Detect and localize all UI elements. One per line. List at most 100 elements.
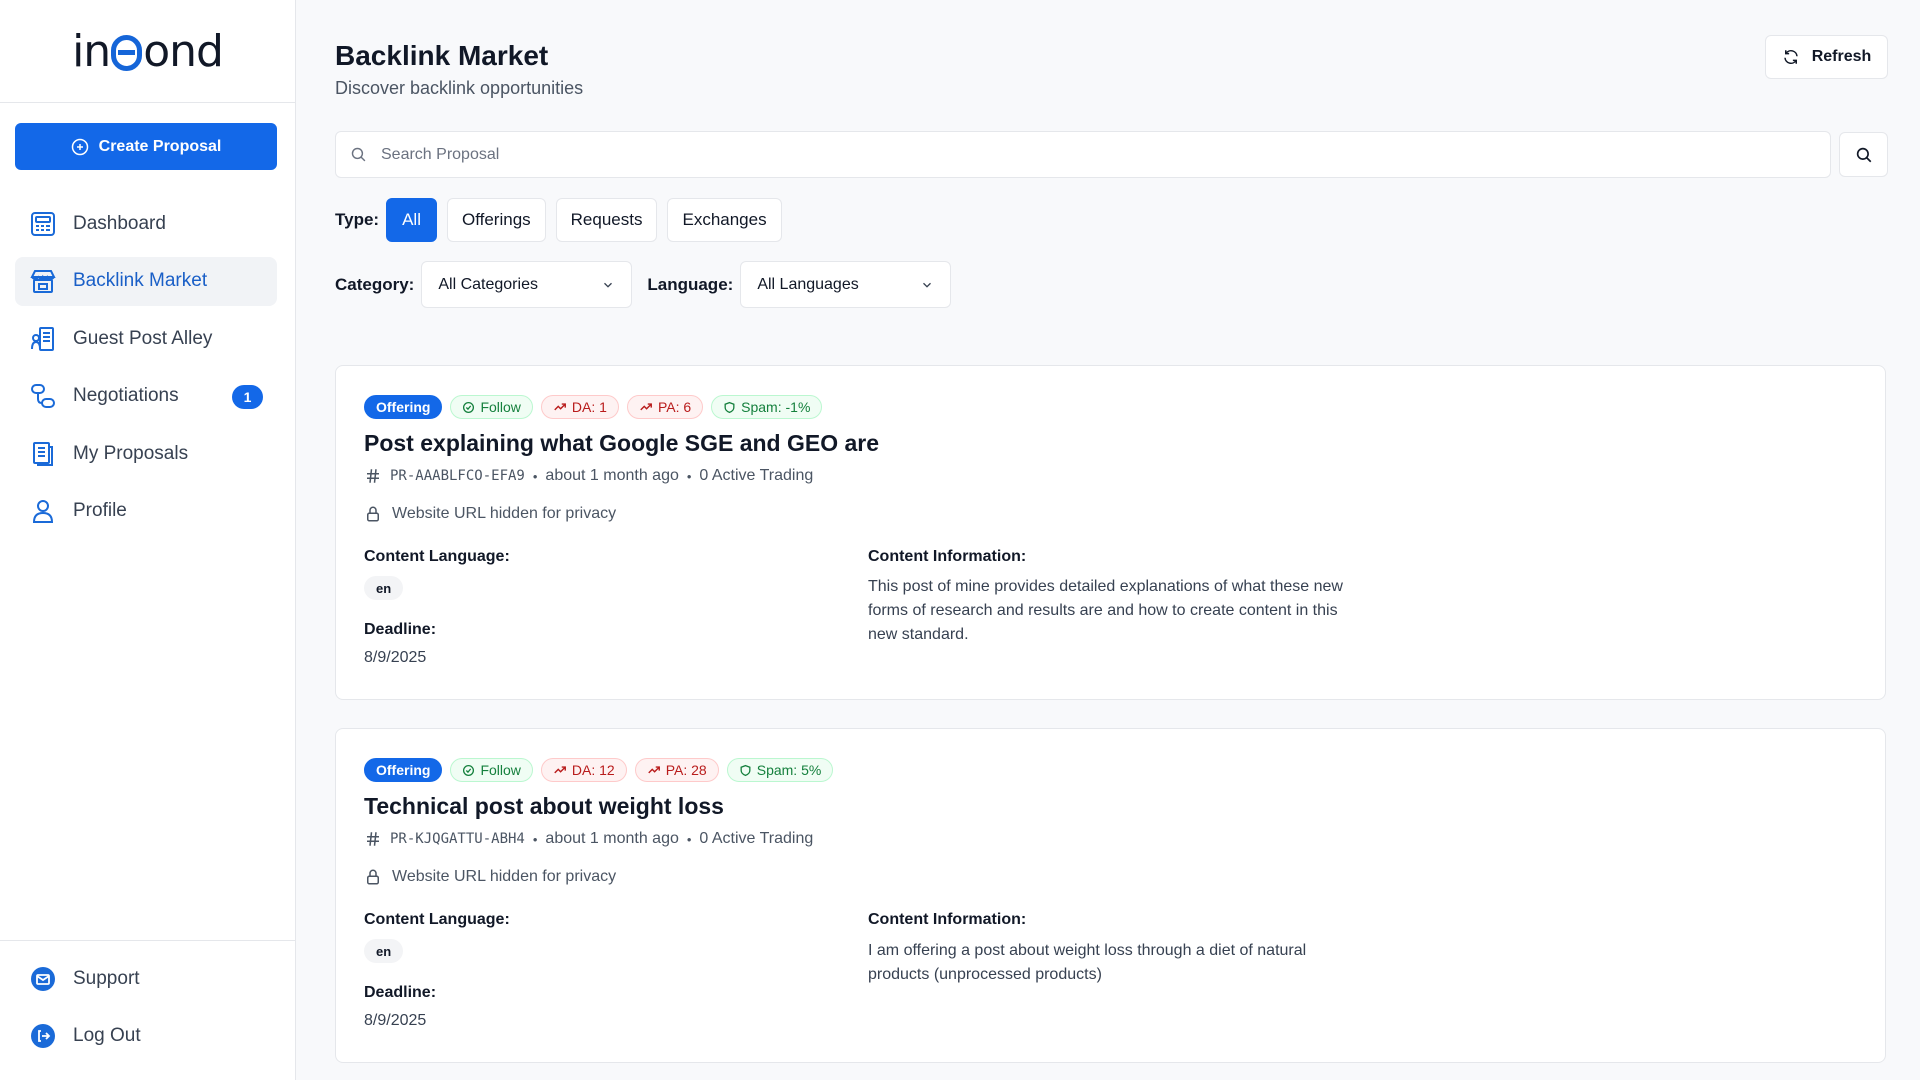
refresh-button[interactable]: Refresh [1765,35,1888,79]
proposal-title[interactable]: Post explaining what Google SGE and GEO … [364,430,879,457]
type-exchanges-button[interactable]: Exchanges [667,198,782,242]
sidebar-item-backlink-market[interactable]: Backlink Market [15,256,277,306]
type-filter: Type: All Offerings Requests Exchanges [335,198,792,242]
page-title: Backlink Market [335,40,549,71]
language-label: Language: [647,274,734,294]
trending-up-icon [647,766,660,774]
category-label: Category: [335,274,415,294]
content-info-text: This post of mine provides detailed expl… [868,578,1343,643]
content-language-label: Content Language: [364,911,510,928]
sidebar-item-logout[interactable]: Log Out [15,1011,281,1060]
logo-text-right: ond [143,25,224,77]
hash-icon [367,832,379,846]
category-select[interactable]: All Categories [421,261,633,308]
proposal-title[interactable]: Technical post about weight loss [364,793,724,820]
logo-area: in ond [0,0,295,103]
sidebar-item-label: Log Out [73,1024,141,1046]
separator-dot: • [686,468,692,484]
shield-icon [740,764,751,776]
deadline-value: 8/9/2025 [364,649,427,666]
da-label: DA: 1 [571,399,607,415]
refresh-icon [1783,49,1798,65]
content-language-label: Content Language: [364,548,510,565]
negotiations-icon [31,384,55,408]
follow-label: Follow [480,762,521,778]
language-value: All Languages [757,275,859,293]
sidebar-item-my-proposals[interactable]: My Proposals [15,429,277,478]
deadline-value: 8/9/2025 [364,1012,427,1029]
sidebar-item-guest-post-alley[interactable]: Guest Post Alley [15,314,277,363]
hash-icon [367,469,379,483]
search-icon [1856,147,1871,162]
follow-badge: Follow [450,758,533,782]
type-badge: Offering [364,395,443,419]
sidebar-item-dashboard[interactable]: Dashboard [15,199,277,248]
content-info-text: I am offering a post about weight loss t… [868,942,1307,983]
sidebar-nav: Dashboard Backlink Market Guest Post All… [15,199,277,544]
dashboard-icon [31,211,55,236]
main-content: Backlink Market Discover backlink opport… [297,0,1920,1080]
category-value: All Categories [438,275,538,293]
trending-up-icon [554,766,566,774]
spam-badge: Spam: -1% [711,395,823,419]
proposal-card[interactable]: Offering Follow DA: 12 PA: 28 Spam: 5% T… [335,728,1886,1063]
sidebar-item-negotiations[interactable]: Negotiations 1 [15,372,277,421]
spam-badge: Spam: 5% [726,758,834,782]
plus-circle-icon [71,138,88,155]
proposal-tags: Offering Follow DA: 1 PA: 6 Spam: -1% [364,395,823,419]
pa-label: PA: 28 [665,762,707,778]
proposal-meta: PR-AAABLFCO-EFA9 • about 1 month ago • 0… [364,467,813,485]
negotiations-count-badge: 1 [232,384,263,409]
logout-icon [31,1023,55,1048]
content-info-label: Content Information: [868,911,1027,928]
separator-dot: • [532,468,538,484]
follow-label: Follow [480,399,521,415]
sidebar-item-label: Profile [73,500,127,521]
create-proposal-label: Create Proposal [98,137,222,155]
search-box [335,131,1831,178]
search-button[interactable] [1839,132,1888,177]
inbond-logo[interactable]: in ond [72,25,224,77]
proposal-time: about 1 month ago [545,830,679,847]
type-requests-button[interactable]: Requests [555,198,658,242]
store-icon [30,270,56,293]
content-info-label: Content Information: [868,548,1027,565]
sidebar-item-label: My Proposals [73,442,189,464]
type-badge: Offering [364,758,443,782]
proposal-tags: Offering Follow DA: 12 PA: 28 Spam: 5% [364,758,834,782]
logo-b-mark-icon [111,35,143,71]
spam-label: Spam: 5% [756,762,822,778]
trending-up-icon [554,403,566,411]
pa-label: PA: 6 [657,399,692,415]
chevron-down-icon [604,282,613,288]
search-input[interactable] [381,145,1830,164]
proposal-meta: PR-KJQGATTU-ABH4 • about 1 month ago • 0… [364,830,813,848]
shield-icon [724,401,735,413]
sidebar-item-support[interactable]: Support [15,954,281,1003]
sidebar-item-label: Negotiations [73,385,179,406]
active-trading: 0 Active Trading [699,830,814,847]
guest-post-icon [31,326,54,351]
language-pill: en [364,576,404,600]
support-icon [31,966,55,991]
sidebar-item-profile[interactable]: Profile [15,487,277,536]
pa-badge: PA: 6 [626,395,704,419]
create-proposal-button[interactable]: Create Proposal [15,123,277,170]
search-icon [351,147,366,162]
proposal-id: PR-KJQGATTU-ABH4 [390,831,525,847]
language-pill: en [364,939,404,963]
proposal-card[interactable]: Offering Follow DA: 1 PA: 6 Spam: -1% Po… [335,365,1886,700]
privacy-text: Website URL hidden for privacy [392,505,617,522]
da-badge: DA: 12 [540,758,627,782]
check-circle-icon [463,401,475,413]
type-offerings-button[interactable]: Offerings [446,198,546,242]
sidebar-item-label: Backlink Market [73,270,208,291]
language-select[interactable]: All Languages [740,261,952,308]
separator-dot: • [686,831,692,847]
deadline-label: Deadline: [364,621,437,638]
refresh-label: Refresh [1811,48,1872,65]
type-all-button[interactable]: All [386,198,437,242]
lock-icon [367,506,379,522]
chevron-down-icon [923,282,932,288]
active-trading: 0 Active Trading [699,467,814,484]
